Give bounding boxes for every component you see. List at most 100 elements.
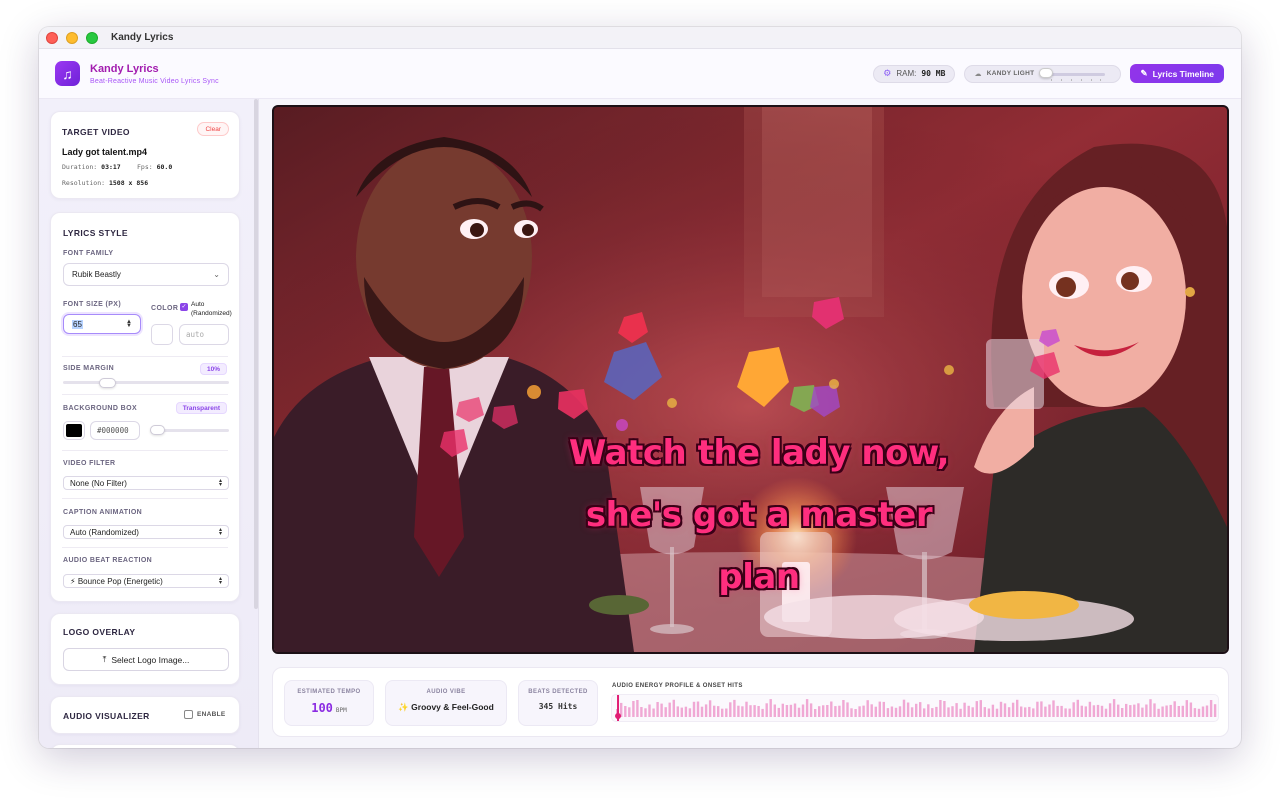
settings-sidebar: TARGET VIDEO Clear Lady got talent.mp4 D… <box>39 99 259 748</box>
lyrics-line: Watch the lady now, <box>568 433 950 473</box>
duration-value: 03:17 <box>101 163 121 171</box>
energy-bar <box>745 701 748 717</box>
energy-bar <box>737 705 740 717</box>
clear-video-button[interactable]: Clear <box>197 122 229 136</box>
energy-profile[interactable] <box>611 694 1221 722</box>
energy-bar <box>708 700 712 717</box>
energy-bar <box>927 704 930 717</box>
energy-bar <box>785 705 789 717</box>
edit-icon: ✎ <box>1140 68 1148 78</box>
title-bar: Kandy Lyrics <box>39 27 1241 49</box>
energy-bar <box>1040 701 1043 717</box>
video-filter-select[interactable]: None (No Filter) ▴ ▾ <box>63 476 229 490</box>
caption-animation-select[interactable]: Auto (Randomized) ▴ ▾ <box>63 525 229 539</box>
energy-bar <box>741 706 744 717</box>
energy-bar <box>906 702 910 717</box>
energy-bar <box>717 706 720 717</box>
energy-bar <box>842 700 845 717</box>
chevron-down-icon: ⌄ <box>213 270 220 279</box>
beats-label: BEATS DETECTED <box>528 689 588 695</box>
app-branding: Kandy Lyrics Beat-Reactive Music Video L… <box>90 63 219 85</box>
video-filter-value: None (No Filter) <box>70 478 127 488</box>
energy-bar <box>644 708 647 717</box>
energy-bar <box>1145 704 1148 717</box>
auto-color-checkbox[interactable]: ✓ <box>180 303 188 311</box>
zoom-window-button[interactable] <box>86 31 98 44</box>
background-color-swatch[interactable] <box>63 421 85 440</box>
lyrics-style-card: LYRICS STYLE FONT FAMILY Rubik Beastly ⌄… <box>50 212 240 602</box>
video-preview[interactable]: Watch the lady now, she's got a master p… <box>272 105 1229 654</box>
app-subtitle: Beat-Reactive Music Video Lyrics Sync <box>90 77 219 85</box>
energy-bar <box>1024 707 1027 717</box>
lyrics-timeline-label: Lyrics Timeline <box>1152 68 1214 79</box>
energy-bar <box>882 701 885 717</box>
energy-bar <box>668 702 671 717</box>
energy-bar <box>818 706 821 717</box>
lyrics-overlay: Watch the lady now, she's got a master p… <box>524 422 994 608</box>
energy-bar <box>1117 704 1120 717</box>
energy-bar <box>919 702 922 717</box>
vibe-label: AUDIO VIBE <box>426 689 466 695</box>
fps-label: Fps: <box>137 163 153 171</box>
energy-bar <box>939 700 942 717</box>
tempo-number: 100 <box>311 701 333 715</box>
color-hex-input[interactable]: auto <box>179 324 229 345</box>
background-box-tag: Transparent <box>175 402 227 414</box>
lyrics-line: plan <box>718 557 800 597</box>
theme-slider[interactable] <box>1039 67 1106 81</box>
playhead-handle[interactable] <box>615 713 622 719</box>
energy-bar <box>765 703 768 717</box>
font-family-value: Rubik Beastly <box>72 270 121 279</box>
minimize-window-button[interactable] <box>66 31 78 44</box>
app-header: ♫ Kandy Lyrics Beat-Reactive Music Video… <box>39 49 1241 99</box>
background-hex-input[interactable]: #000000 <box>90 421 140 440</box>
energy-bar <box>991 704 995 717</box>
font-size-input[interactable]: 65 ▲ ▼ <box>63 314 141 334</box>
stepper-icon[interactable]: ▲ ▼ <box>126 319 132 329</box>
energy-bar <box>773 704 776 717</box>
energy-bar <box>805 699 809 717</box>
audio-beat-select[interactable]: ⚡ Bounce Pop (Energetic) ▴ ▾ <box>63 574 229 588</box>
energy-bar <box>951 706 954 717</box>
energy-bar <box>1020 706 1023 717</box>
energy-bar <box>801 704 805 717</box>
background-opacity-slider[interactable] <box>150 425 165 435</box>
color-label: COLOR <box>151 305 179 312</box>
lyrics-timeline-button[interactable]: ✎ Lyrics Timeline <box>1130 64 1224 83</box>
energy-bar <box>874 706 877 717</box>
color-swatch[interactable] <box>151 324 173 345</box>
music-note-icon: ♫ <box>55 61 80 86</box>
energy-bar <box>1197 708 1201 717</box>
energy-bar <box>894 707 898 717</box>
beats-stat: BEATS DETECTED 345 Hits <box>518 680 598 726</box>
side-margin-slider[interactable] <box>99 378 116 388</box>
theme-selector[interactable]: ☁ KANDY LIGHT <box>964 64 1122 83</box>
select-arrows-icon: ▴ ▾ <box>218 527 222 537</box>
select-arrows-icon: ▴ ▾ <box>218 576 222 586</box>
energy-bar <box>1149 699 1152 717</box>
side-margin-track[interactable] <box>63 381 229 384</box>
energy-bars <box>615 695 1221 721</box>
font-family-select[interactable]: Rubik Beastly ⌄ <box>63 263 229 286</box>
energy-bar <box>1084 706 1087 717</box>
sidebar-scrollbar[interactable] <box>254 99 258 609</box>
energy-bar <box>656 702 659 717</box>
window-title: Kandy Lyrics <box>111 32 174 43</box>
duration-label: Duration: <box>62 163 98 171</box>
close-window-button[interactable] <box>46 31 58 44</box>
app-name: Kandy Lyrics <box>90 62 159 75</box>
energy-bar <box>628 707 631 717</box>
energy-bar <box>963 702 966 717</box>
caption-animation-value: Auto (Randomized) <box>70 527 139 537</box>
energy-bar <box>1177 706 1180 717</box>
select-logo-button[interactable]: ⤒ Select Logo Image... <box>63 648 229 671</box>
theme-slider-knob[interactable] <box>1039 67 1054 78</box>
energy-bar <box>1096 704 1100 717</box>
energy-bar <box>1104 708 1108 717</box>
energy-bar <box>713 705 716 717</box>
enable-visualizer-checkbox[interactable] <box>184 710 193 719</box>
energy-bar <box>636 700 639 717</box>
energy-bar <box>902 699 906 717</box>
energy-bar <box>793 703 797 717</box>
select-logo-label: Select Logo Image... <box>111 654 190 665</box>
